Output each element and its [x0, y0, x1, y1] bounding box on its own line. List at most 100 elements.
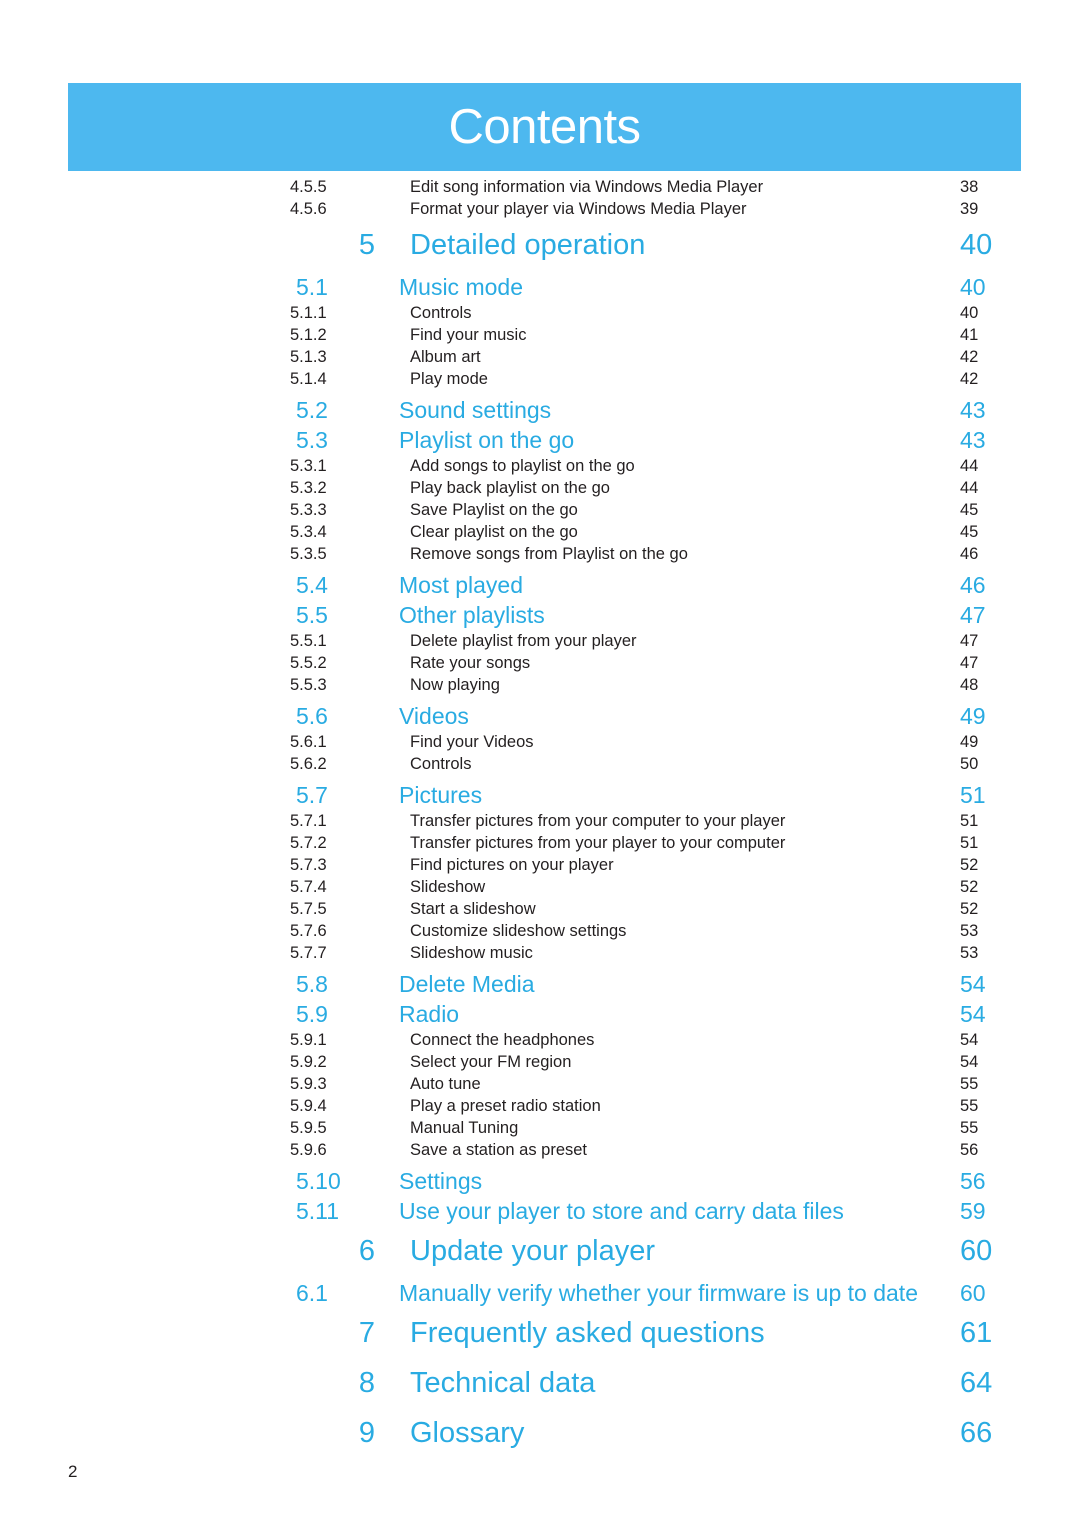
toc-entry-level-3[interactable]: 5.7.1 Transfer pictures from your compute… — [290, 812, 1020, 834]
toc-entry-level-3[interactable]: 5.6.1 Find your Videos 49 — [290, 733, 1020, 755]
toc-entry-level-1[interactable]: 5 Detailed operation 40 — [290, 229, 1020, 272]
toc-entry-level-2[interactable]: 5.3 Playlist on the go 43 — [290, 427, 1020, 457]
toc-entry-number: 5.7.1 — [290, 812, 327, 830]
toc-entry-level-3[interactable]: 5.3.4 Clear playlist on the go 45 — [290, 523, 1020, 545]
toc-entry-level-3[interactable]: 5.9.6 Save a station as preset 56 — [290, 1141, 1020, 1163]
toc-entry-level-3[interactable]: 5.1.1 Controls 40 — [290, 304, 1020, 326]
toc-entry-level-3[interactable]: 5.3.1 Add songs to playlist on the go 44 — [290, 457, 1020, 479]
toc-entry-level-3[interactable]: 5.7.6 Customize slideshow settings 53 — [290, 922, 1020, 944]
toc-entry-page: 55 — [960, 1119, 979, 1137]
toc-entry-level-3[interactable]: 4.5.6 Format your player via Windows Medi… — [290, 200, 1020, 222]
toc-entry-number: 5.5.2 — [290, 654, 327, 672]
toc-entry-level-3[interactable]: 5.7.7 Slideshow music 53 — [290, 944, 1020, 966]
toc-entry-page: 54 — [960, 1001, 986, 1027]
toc-entry-level-3[interactable]: 5.9.4 Play a preset radio station 55 — [290, 1097, 1020, 1119]
document-page: Contents 4.5.5 Edit song information via … — [0, 0, 1080, 1527]
toc-entry-page: 66 — [960, 1417, 993, 1449]
toc-entry-number: 4.5.5 — [290, 178, 327, 196]
toc-entry-number: 5.9.1 — [290, 1031, 327, 1049]
toc-entry-level-3[interactable]: 5.9.1 Connect the headphones 54 — [290, 1031, 1020, 1053]
toc-entry-level-3[interactable]: 5.9.5 Manual Tuning 55 — [290, 1119, 1020, 1141]
toc-entry-level-2[interactable]: 5.9 Radio 54 — [290, 1001, 1020, 1031]
toc-entry-page: 46 — [960, 545, 979, 563]
toc-entry-number: 9 — [358, 1417, 375, 1449]
toc-entry-level-3[interactable]: 5.1.2 Find your music 41 — [290, 326, 1020, 348]
toc-entry-page: 42 — [960, 370, 979, 388]
toc-entry-page: 40 — [960, 229, 993, 261]
toc-entry-level-3[interactable]: 5.1.4 Play mode 42 — [290, 370, 1020, 392]
toc-entry-level-1[interactable]: 7 Frequently asked questions 61 — [290, 1317, 1020, 1360]
toc-entry-title: Connect the headphones — [410, 1031, 595, 1049]
toc-entry-level-3[interactable]: 5.7.4 Slideshow 52 — [290, 878, 1020, 900]
toc-entry-page: 60 — [960, 1235, 993, 1267]
toc-entry-number: 5.7.5 — [290, 900, 327, 918]
toc-entry-title: Remove songs from Playlist on the go — [410, 545, 688, 563]
toc-entry-title: Radio — [399, 1001, 460, 1027]
toc-entry-page: 47 — [960, 654, 979, 672]
toc-entry-page: 56 — [960, 1168, 986, 1194]
toc-entry-number: 5.3.1 — [290, 457, 327, 475]
toc-entry-number: 5.9.2 — [290, 1053, 327, 1071]
toc-entry-page: 59 — [960, 1198, 986, 1224]
toc-entry-level-2[interactable]: 5.4 Most played 46 — [290, 572, 1020, 602]
toc-entry-level-2[interactable]: 5.7 Pictures 51 — [290, 782, 1020, 812]
toc-entry-level-2[interactable]: 5.11 Use your player to store and carry d… — [290, 1198, 1020, 1228]
toc-entry-title: Find your music — [410, 326, 527, 344]
toc-entry-page: 55 — [960, 1097, 979, 1115]
toc-entry-level-2[interactable]: 5.10 Settings 56 — [290, 1168, 1020, 1198]
toc-entry-page: 54 — [960, 1031, 979, 1049]
toc-entry-title: Find pictures on your player — [410, 856, 614, 874]
toc-entry-level-2[interactable]: 5.8 Delete Media 54 — [290, 971, 1020, 1001]
toc-entry-level-3[interactable]: 4.5.5 Edit song information via Windows M… — [290, 178, 1020, 200]
toc-entry-title: Delete playlist from your player — [410, 632, 637, 650]
toc-entry-number: 5.3 — [296, 427, 328, 453]
toc-entry-number: 5.7.4 — [290, 878, 327, 896]
toc-entry-level-3[interactable]: 5.6.2 Controls 50 — [290, 755, 1020, 777]
toc-entry-level-3[interactable]: 5.7.2 Transfer pictures from your player … — [290, 834, 1020, 856]
toc-entry-level-3[interactable]: 5.9.2 Select your FM region 54 — [290, 1053, 1020, 1075]
toc-entry-level-1[interactable]: 6 Update your player 60 — [290, 1235, 1020, 1278]
toc-entry-number: 5.8 — [296, 971, 328, 997]
toc-entry-level-2[interactable]: 6.1 Manually verify whether your firmware… — [290, 1280, 1020, 1310]
toc-entry-number: 5.2 — [296, 397, 328, 423]
page-title: Contents — [448, 100, 641, 154]
toc-entry-level-3[interactable]: 5.5.2 Rate your songs 47 — [290, 654, 1020, 676]
toc-entry-title: Settings — [399, 1168, 483, 1194]
toc-entry-page: 48 — [960, 676, 979, 694]
toc-entry-page: 51 — [960, 782, 986, 808]
toc-entry-level-2[interactable]: 5.5 Other playlists 47 — [290, 602, 1020, 632]
toc-entry-level-1[interactable]: 8 Technical data 64 — [290, 1367, 1020, 1410]
contents-header-banner: Contents — [68, 83, 1021, 171]
toc-entry-number: 5.6.2 — [290, 755, 327, 773]
toc-entry-number: 5.1.2 — [290, 326, 327, 344]
toc-entry-level-2[interactable]: 5.1 Music mode 40 — [290, 274, 1020, 304]
toc-entry-level-3[interactable]: 5.3.5 Remove songs from Playlist on the g… — [290, 545, 1020, 567]
toc-entry-page: 55 — [960, 1075, 979, 1093]
toc-entry-level-2[interactable]: 5.6 Videos 49 — [290, 703, 1020, 733]
toc-entry-level-3[interactable]: 5.9.3 Auto tune 55 — [290, 1075, 1020, 1097]
toc-entry-level-3[interactable]: 5.5.1 Delete playlist from your player 47 — [290, 632, 1020, 654]
toc-entry-title: Save Playlist on the go — [410, 501, 578, 519]
toc-entry-page: 56 — [960, 1141, 979, 1159]
toc-entry-number: 5.6 — [296, 703, 328, 729]
toc-entry-number: 5.4 — [296, 572, 328, 598]
toc-entry-title: Format your player via Windows Media Pla… — [410, 200, 747, 218]
toc-entry-number: 5.1 — [296, 274, 328, 300]
toc-entry-title: Delete Media — [399, 971, 535, 997]
toc-entry-number: 5.9.4 — [290, 1097, 327, 1115]
toc-entry-title: Add songs to playlist on the go — [410, 457, 635, 475]
toc-entry-level-2[interactable]: 5.2 Sound settings 43 — [290, 397, 1020, 427]
toc-entry-level-3[interactable]: 5.7.5 Start a slideshow 52 — [290, 900, 1020, 922]
toc-entry-title: Glossary — [410, 1417, 525, 1449]
toc-entry-page: 40 — [960, 304, 979, 322]
toc-entry-title: Save a station as preset — [410, 1141, 588, 1159]
toc-entry-level-3[interactable]: 5.3.2 Play back playlist on the go 44 — [290, 479, 1020, 501]
toc-entry-level-3[interactable]: 5.3.3 Save Playlist on the go 45 — [290, 501, 1020, 523]
toc-entry-page: 47 — [960, 602, 986, 628]
toc-entry-level-3[interactable]: 5.5.3 Now playing 48 — [290, 676, 1020, 698]
toc-entry-level-1[interactable]: 9 Glossary 66 — [290, 1417, 1020, 1460]
toc-entry-level-3[interactable]: 5.1.3 Album art 42 — [290, 348, 1020, 370]
toc-entry-number: 5.5 — [296, 602, 328, 628]
toc-entry-page: 41 — [960, 326, 979, 344]
toc-entry-level-3[interactable]: 5.7.3 Find pictures on your player 52 — [290, 856, 1020, 878]
